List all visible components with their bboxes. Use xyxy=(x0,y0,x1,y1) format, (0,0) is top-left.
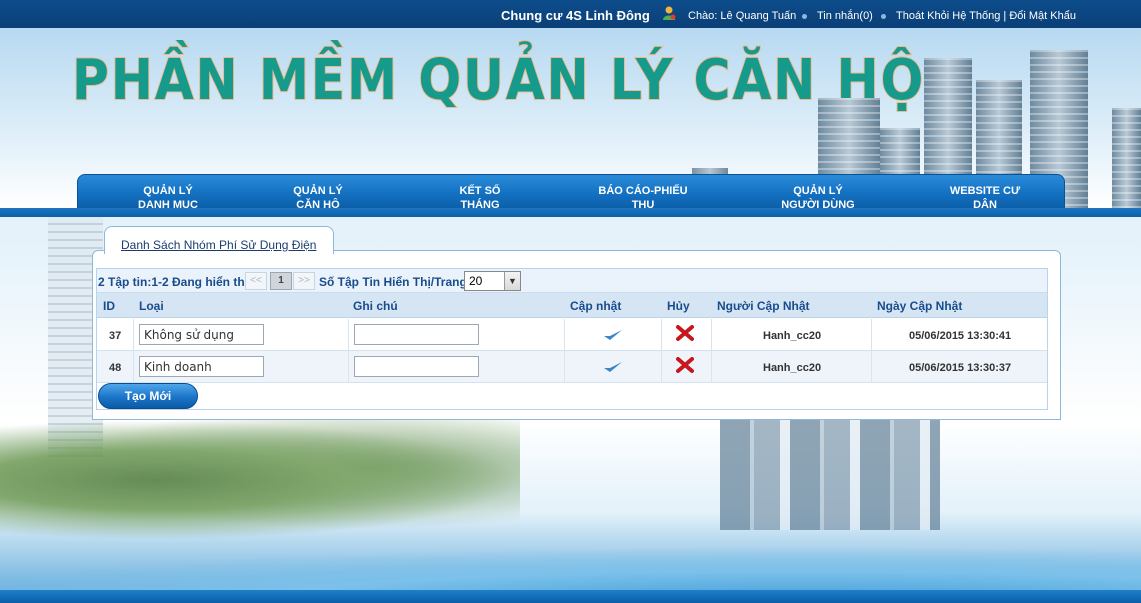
delete-icon[interactable] xyxy=(676,325,694,341)
table-row: 37 Không sử dụng Hanh_cc20 05/06/2015 13… xyxy=(97,319,1047,351)
current-page-button[interactable]: 1 xyxy=(270,272,292,290)
delete-icon[interactable] xyxy=(676,357,694,373)
updated-at-text: 05/06/2015 13:30:41 xyxy=(909,330,1012,342)
main-nav: QUẢN LÝ DANH MỤC QUẢN LÝ CĂN HỘ KẾT SỔ T… xyxy=(77,174,1065,211)
table-row: 48 Kinh doanh Hanh_cc20 05/06/2015 13:30… xyxy=(97,351,1047,383)
cell-note xyxy=(349,351,565,383)
page-size-select[interactable]: 20 ▼ xyxy=(464,271,521,291)
tab-electricity-fee-groups[interactable]: Danh Sách Nhóm Phí Sử Dụng Điện xyxy=(104,226,334,254)
nav-label: WEBSITE CƯ xyxy=(949,185,1021,197)
cell-update xyxy=(565,351,662,383)
messages-link[interactable]: Tin nhắn(0) xyxy=(817,10,873,22)
page-size-value: 20 xyxy=(469,274,483,288)
nav-label: QUẢN LÝ xyxy=(293,185,343,197)
fee-group-grid: 2 Tập tin:1-2 Đang hiển thị << 1 >> Số T… xyxy=(96,268,1048,410)
col-update: Cập nhật xyxy=(570,299,622,313)
cell-updated-at: 05/06/2015 13:30:37 xyxy=(872,351,1047,383)
cell-updated-by: Hanh_cc20 xyxy=(712,319,872,351)
note-input[interactable] xyxy=(354,356,479,377)
cell-updated-by: Hanh_cc20 xyxy=(712,351,872,383)
pager-info: 2 Tập tin:1-2 Đang hiển thị xyxy=(98,275,249,289)
nav-label: QUẢN LÝ xyxy=(143,185,193,197)
page-size-label: Số Tập Tin Hiển Thị/Trang: xyxy=(319,275,471,289)
cell-type: Kinh doanh xyxy=(134,351,349,383)
logout-change-password-link[interactable]: Thoát Khỏi Hệ Thống | Đổi Mật Khẩu xyxy=(896,10,1076,22)
next-page-button[interactable]: >> xyxy=(293,272,315,290)
nav-underline xyxy=(0,208,1141,217)
cell-updated-at: 05/06/2015 13:30:41 xyxy=(872,319,1047,351)
nav-label: QUẢN LÝ xyxy=(793,185,843,197)
building-graphic xyxy=(1112,108,1141,208)
col-id: ID xyxy=(103,299,115,313)
check-icon[interactable] xyxy=(603,328,623,342)
wave-graphic xyxy=(0,470,1141,603)
col-type: Loại xyxy=(139,299,164,313)
bullet-icon xyxy=(881,14,886,19)
chevron-down-icon: ▼ xyxy=(504,272,520,290)
create-new-button[interactable]: Tạo Mới xyxy=(98,383,198,409)
cell-id: 37 xyxy=(97,319,134,351)
bullet-icon xyxy=(802,14,807,19)
top-bar: Chung cư 4S Linh Đông Chào: Lê Quang Tuấ… xyxy=(0,0,1141,28)
prev-page-button[interactable]: << xyxy=(245,272,267,290)
col-updated-by: Người Cập Nhật xyxy=(717,299,810,313)
pager: 2 Tập tin:1-2 Đang hiển thị << 1 >> Số T… xyxy=(97,269,1047,293)
nav-label: BÁO CÁO-PHIẾU xyxy=(598,185,688,197)
row-id: 37 xyxy=(109,330,122,342)
updated-at-text: 05/06/2015 13:30:37 xyxy=(909,362,1012,374)
cell-id: 48 xyxy=(97,351,134,383)
col-note: Ghi chú xyxy=(353,299,398,313)
nav-label: KẾT SỔ xyxy=(459,185,501,197)
app-title: PHẦN MỀM QUẢN LÝ CĂN HỘ xyxy=(71,47,926,114)
check-icon[interactable] xyxy=(603,360,623,374)
footer-bar xyxy=(0,590,1141,603)
user-icon xyxy=(663,6,676,20)
updated-by-text: Hanh_cc20 xyxy=(763,362,822,374)
type-input[interactable]: Kinh doanh xyxy=(139,356,264,377)
cell-type: Không sử dụng xyxy=(134,319,349,351)
cell-note xyxy=(349,319,565,351)
cell-delete xyxy=(662,351,712,383)
row-id: 48 xyxy=(109,362,122,374)
col-delete: Hủy xyxy=(667,299,690,313)
table-header: ID Loại Ghi chú Cập nhật Hủy Người Cập N… xyxy=(97,293,1047,318)
greeting-text: Chào: Lê Quang Tuấn xyxy=(688,10,797,22)
tab-label: Danh Sách Nhóm Phí Sử Dụng Điện xyxy=(121,238,317,252)
site-name: Chung cư 4S Linh Đông xyxy=(501,8,650,23)
type-input[interactable]: Không sử dụng xyxy=(139,324,264,345)
note-input[interactable] xyxy=(354,324,479,345)
cell-update xyxy=(565,319,662,351)
cell-delete xyxy=(662,319,712,351)
col-updated-at: Ngày Cập Nhật xyxy=(877,299,963,313)
updated-by-text: Hanh_cc20 xyxy=(763,330,822,342)
